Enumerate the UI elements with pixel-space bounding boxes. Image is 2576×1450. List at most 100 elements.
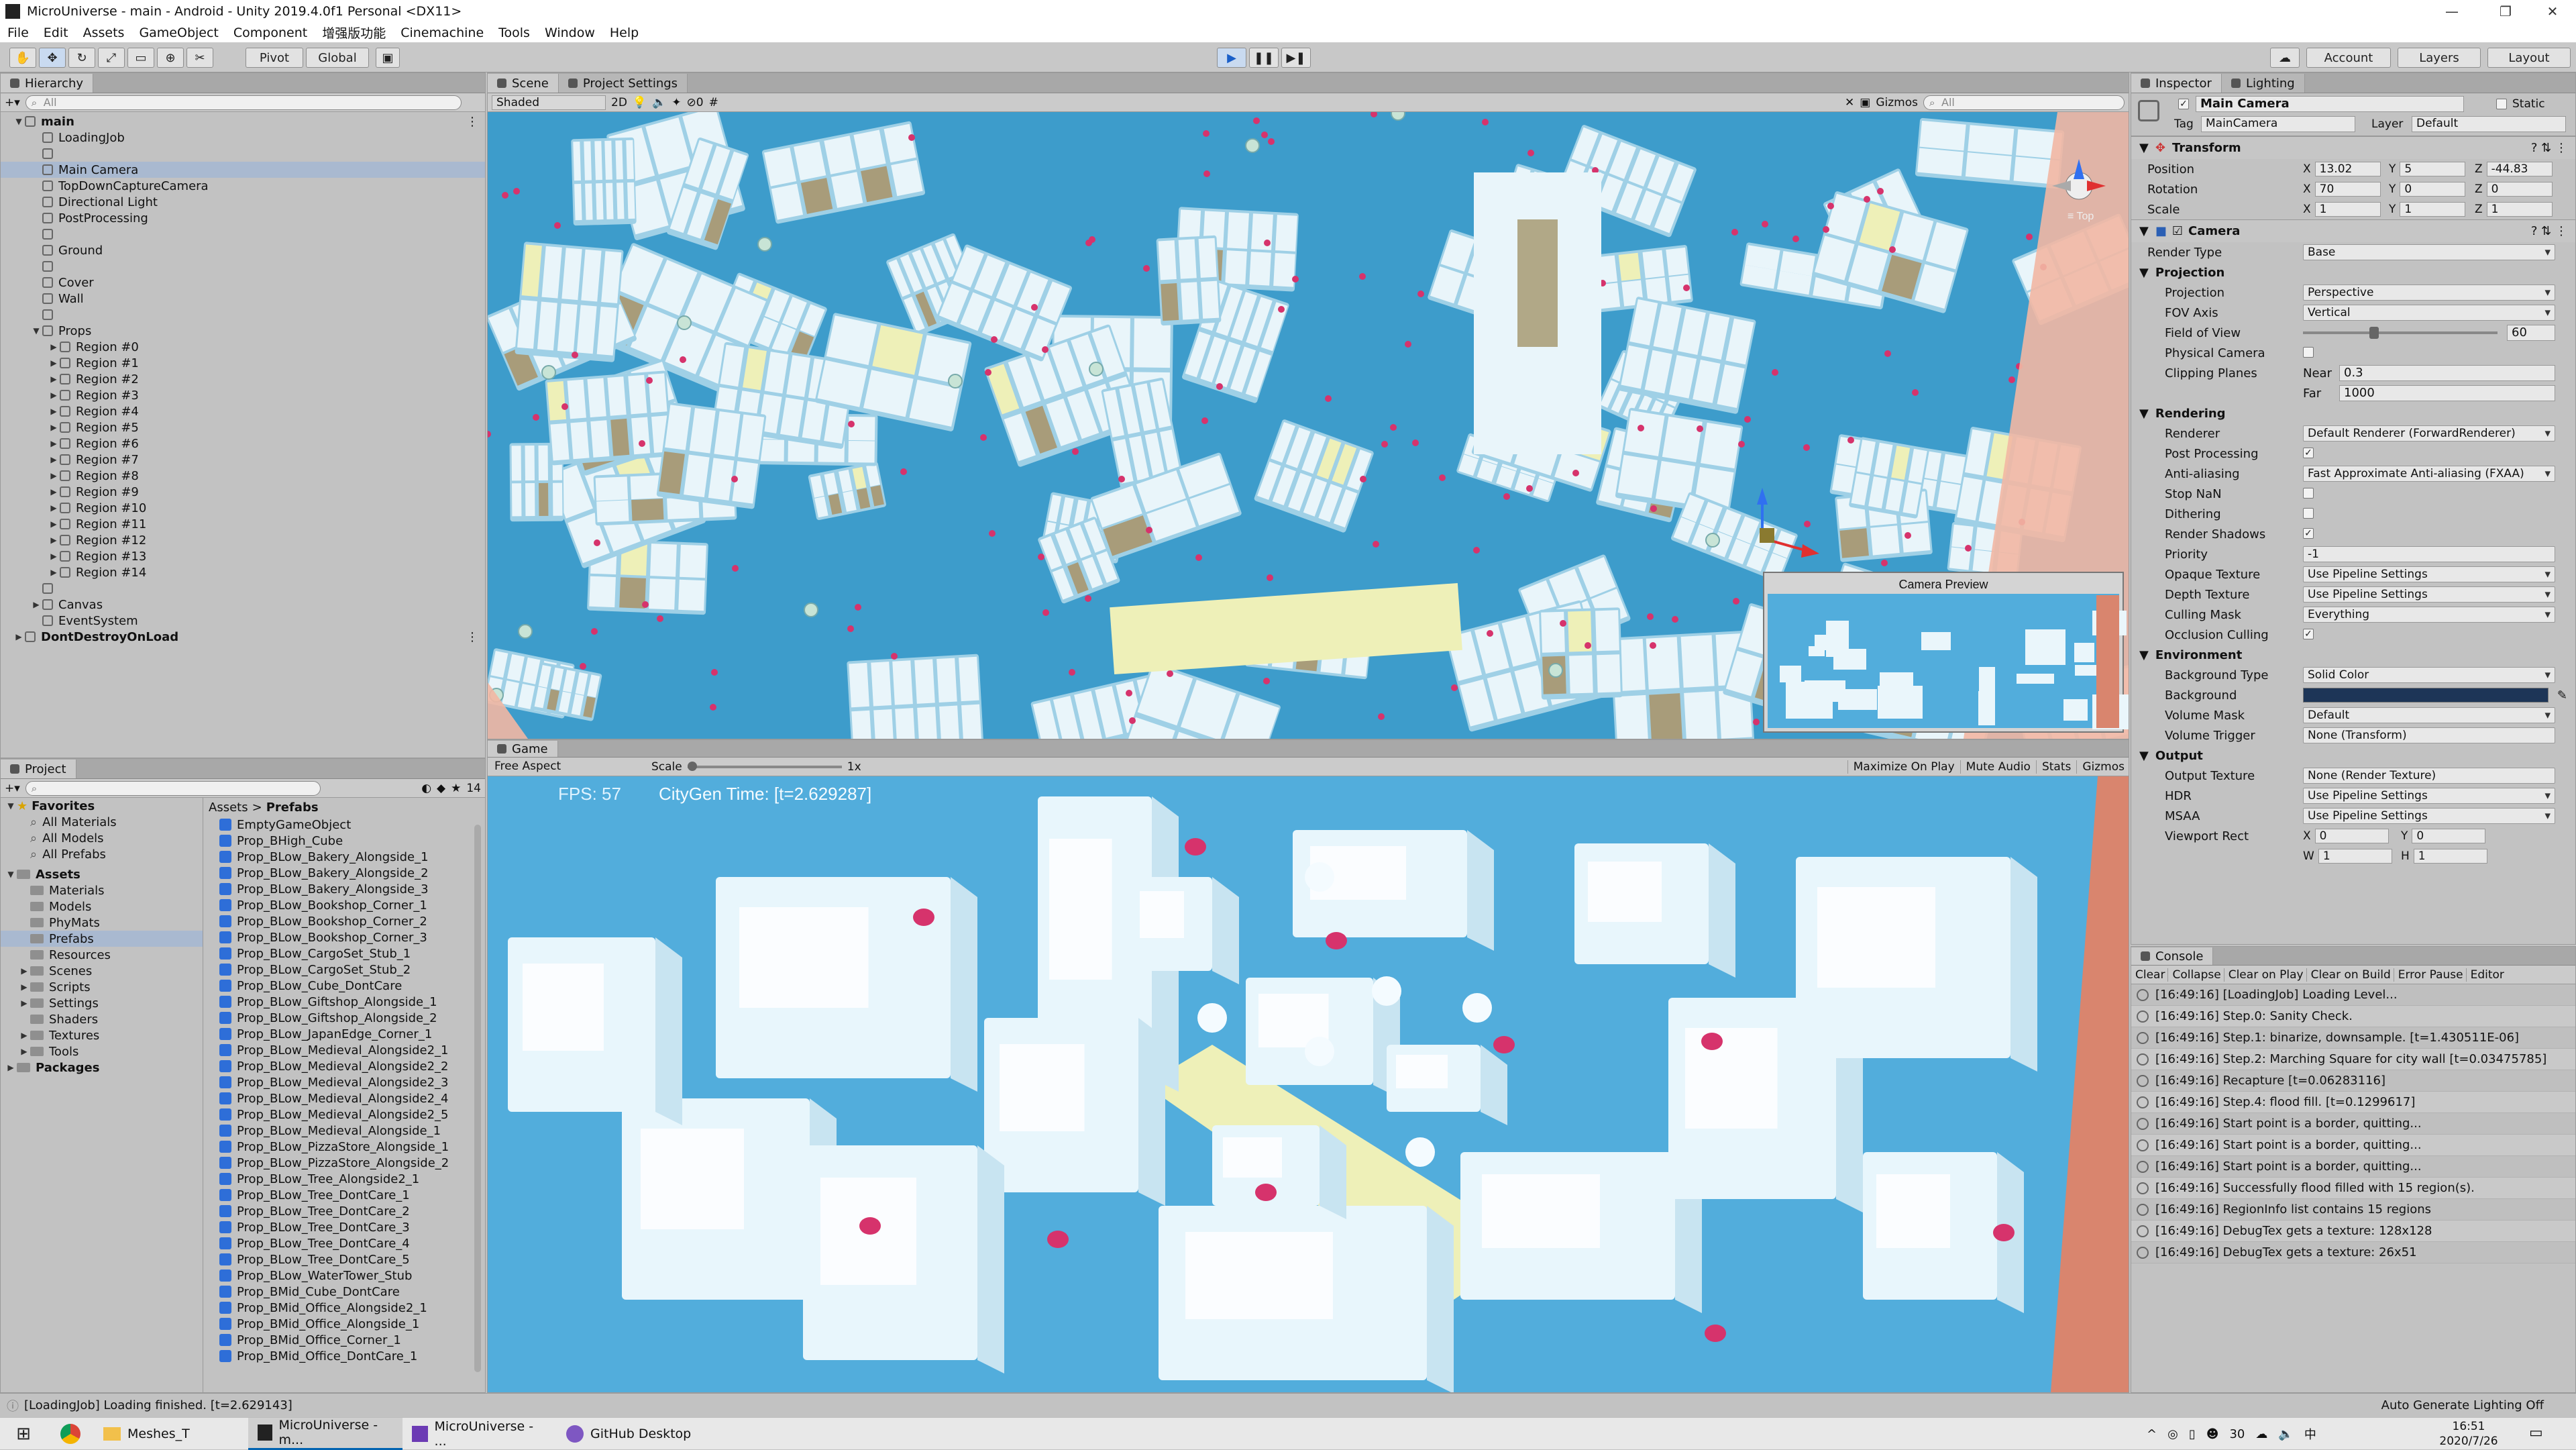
position-z-field[interactable]: -44.83 (2486, 162, 2553, 176)
hierarchy-item[interactable]: ▶ Region #13 (1, 548, 485, 564)
console-entry[interactable]: [16:49:16] Recapture [t=0.06283116] (2131, 1070, 2575, 1092)
expand-arrow-icon[interactable]: ▼ (13, 117, 25, 126)
expand-arrow-icon[interactable]: ▶ (48, 358, 60, 368)
2d-toggle[interactable]: 2D (611, 96, 627, 109)
hierarchy-item[interactable]: ▶ Region #11 (1, 516, 485, 532)
tray-chevron-icon[interactable]: ^ (2147, 1427, 2157, 1441)
prefab-item[interactable]: Prop_BLow_Bakery_Alongside_1 (219, 849, 485, 865)
render-type-dropdown[interactable]: Base (2303, 244, 2555, 260)
rect-tool-icon[interactable]: ▭ (127, 48, 154, 68)
prefab-item[interactable]: Prop_BLow_PizzaStore_Alongside_1 (219, 1139, 485, 1155)
prefab-item[interactable]: Prop_BLow_CargoSet_Stub_1 (219, 945, 485, 962)
hierarchy-item[interactable] (1, 307, 485, 323)
expand-arrow-icon[interactable]: ▶ (48, 535, 60, 545)
hierarchy-item[interactable]: ▶ Region #5 (1, 419, 485, 435)
prefab-item[interactable]: Prop_BLow_Cube_DontCare (219, 978, 485, 994)
viewport-vy-field[interactable]: 0 (2412, 829, 2486, 843)
dithering-checkbox[interactable] (2303, 508, 2314, 519)
asset-folder[interactable]: ▶ Scenes (1, 963, 203, 979)
projection-section-header[interactable]: ▼ Projection (2131, 262, 2575, 282)
create-plus-icon[interactable]: +▾ (5, 782, 20, 795)
expand-arrow-icon[interactable]: ▶ (48, 568, 60, 577)
aspect-dropdown[interactable]: Free Aspect (492, 760, 646, 774)
menu-enhanced[interactable]: 增强版功能 (315, 23, 393, 42)
scale-y-field[interactable]: 1 (2400, 202, 2466, 217)
effects-icon[interactable]: ✦ (672, 96, 681, 109)
taskbar-visualstudio[interactable]: MicroUniverse - ... (402, 1418, 557, 1450)
prefab-item[interactable]: Prop_BLow_Medieval_Alongside2_1 (219, 1042, 485, 1058)
volume-trigger-field[interactable]: None (Transform) (2303, 727, 2555, 743)
grid-icon[interactable]: # (709, 96, 718, 109)
console-entry[interactable]: [16:49:16] DebugTex gets a texture: 128x… (2131, 1221, 2575, 1242)
error-pause-toggle[interactable]: Error Pause (2393, 968, 2463, 982)
menu-help[interactable]: Help (602, 25, 646, 40)
hierarchy-item[interactable]: TopDownCaptureCamera (1, 178, 485, 194)
render-shadows-checkbox[interactable]: ✓ (2303, 528, 2314, 539)
hierarchy-item[interactable]: ▶ Region #12 (1, 532, 485, 548)
prefab-item[interactable]: Prop_BLow_Bakery_Alongside_3 (219, 881, 485, 897)
account-dropdown[interactable]: Account (2306, 48, 2391, 68)
favorite-item[interactable]: ⌕ All Materials (1, 814, 203, 830)
expand-arrow-icon[interactable]: ▶ (48, 439, 60, 448)
prefab-item[interactable]: Prop_BLow_Bookshop_Corner_1 (219, 897, 485, 913)
menu-window[interactable]: Window (537, 25, 602, 40)
asset-folder[interactable]: PhyMats (1, 915, 203, 931)
scale-x-field[interactable]: 1 (2314, 202, 2381, 217)
custom-tool-icon[interactable]: ✂ (186, 48, 213, 68)
hierarchy-item[interactable]: PostProcessing (1, 210, 485, 226)
console-entry[interactable]: [16:49:16] DebugTex gets a texture: 26x5… (2131, 1242, 2575, 1263)
console-entry[interactable]: [16:49:16] Successfully flood filled wit… (2131, 1178, 2575, 1199)
tab-project-settings[interactable]: Project Settings (558, 74, 688, 93)
scale-z-field[interactable]: 1 (2486, 202, 2553, 217)
tray-ime-icon[interactable]: 中 (2304, 1425, 2316, 1443)
eyedropper-icon[interactable]: ✎ (2557, 688, 2567, 703)
expand-arrow-icon[interactable]: ▶ (30, 600, 42, 609)
hierarchy-item[interactable]: ▶ Region #9 (1, 484, 485, 500)
rotate-tool-icon[interactable]: ↻ (68, 48, 95, 68)
viewport-vx-field[interactable]: 0 (2314, 829, 2389, 843)
fov-slider[interactable] (2303, 327, 2498, 339)
hidden-objects-icon[interactable]: ⊘0 (687, 96, 704, 109)
priority-field[interactable]: -1 (2303, 546, 2555, 562)
hierarchy-item[interactable]: Main Camera (1, 162, 485, 178)
tray-cloud-icon[interactable]: ☁ (2255, 1427, 2267, 1441)
console-entry[interactable]: [16:49:16] Step.0: Sanity Check. (2131, 1006, 2575, 1027)
chrome-icon[interactable] (47, 1418, 94, 1450)
prefab-item[interactable]: Prop_BLow_Medieval_Alongside2_2 (219, 1058, 485, 1074)
hierarchy-item[interactable]: ▶ Region #10 (1, 500, 485, 516)
hierarchy-item[interactable]: ▶ Region #8 (1, 468, 485, 484)
prefab-item[interactable]: Prop_BLow_WaterTower_Stub (219, 1267, 485, 1284)
active-checkbox[interactable]: ✓ (2178, 99, 2189, 109)
expand-arrow-icon[interactable]: ▶ (48, 455, 60, 464)
expand-arrow-icon[interactable]: ▶ (48, 407, 60, 416)
prefab-item[interactable]: Prop_BLow_Medieval_Alongside2_5 (219, 1106, 485, 1123)
console-entry[interactable]: [16:49:16] Step.1: binarize, downsample.… (2131, 1027, 2575, 1049)
prefab-item[interactable]: Prop_BLow_Tree_DontCare_4 (219, 1235, 485, 1251)
hierarchy-item[interactable]: EventSystem (1, 613, 485, 629)
expand-arrow-icon[interactable]: ▶ (48, 391, 60, 400)
minimize-icon[interactable]: — (2422, 0, 2482, 23)
rotation-x-field[interactable]: 70 (2314, 182, 2381, 197)
background-type-dropdown[interactable]: Solid Color (2303, 667, 2555, 683)
star-icon[interactable]: ★ (451, 782, 461, 795)
position-x-field[interactable]: 13.02 (2314, 162, 2381, 176)
hierarchy-item[interactable]: ▶ Region #1 (1, 355, 485, 371)
console-entry[interactable]: [16:49:16] Start point is a border, quit… (2131, 1156, 2575, 1178)
hierarchy-item[interactable]: Directional Light (1, 194, 485, 210)
near-field[interactable]: 0.3 (2339, 365, 2555, 381)
volume-mask-dropdown[interactable]: Default (2303, 707, 2555, 723)
asset-folder[interactable]: Prefabs (1, 931, 203, 947)
scale-slider[interactable] (687, 761, 842, 771)
console-entry[interactable]: [16:49:16] RegionInfo list contains 15 r… (2131, 1199, 2575, 1221)
stop-nan-checkbox[interactable] (2303, 488, 2314, 499)
layers-dropdown[interactable]: Layers (2398, 48, 2481, 68)
close-icon[interactable]: ✕ (2522, 0, 2576, 23)
asset-folder[interactable]: Resources (1, 947, 203, 963)
menu-gameobject[interactable]: GameObject (131, 25, 225, 40)
expand-arrow-icon[interactable]: ▶ (13, 632, 25, 641)
transform-header[interactable]: ▼ ✥ Transform? ⇅ ⋮ (2131, 136, 2575, 159)
expand-arrow-icon[interactable]: ▶ (48, 519, 60, 529)
prefab-item[interactable]: Prop_BLow_Bookshop_Corner_3 (219, 929, 485, 945)
prefab-item[interactable]: Prop_BLow_Bookshop_Corner_2 (219, 913, 485, 929)
console-entry[interactable]: [16:49:16] Step.2: Marching Square for c… (2131, 1049, 2575, 1070)
